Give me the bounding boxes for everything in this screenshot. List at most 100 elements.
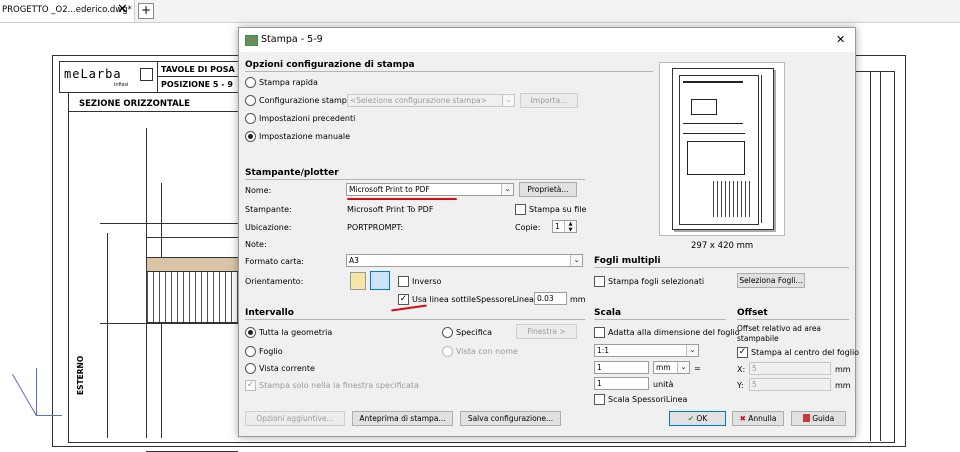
select-sheets-button[interactable]: Seleziona Fogli...: [737, 273, 805, 288]
location-label: Ubicazione:: [245, 223, 292, 232]
print-preview-button[interactable]: Anteprima di stampa...: [352, 411, 453, 426]
dialog-title: Stampa - 5-9: [261, 34, 323, 45]
only-window-checkbox[interactable]: ✓: [245, 380, 256, 391]
chevron-down-icon: ⌄: [501, 184, 513, 195]
scale-line-thickness-checkbox[interactable]: [594, 394, 605, 405]
printer-icon: [245, 35, 258, 46]
print-config-dropdown[interactable]: <Selezione configurazione stampa> ⌄: [347, 94, 515, 107]
cancel-x-icon: ✖: [739, 414, 746, 423]
print-to-file-checkbox[interactable]: [515, 204, 526, 215]
offset-description-line2: stampabile: [737, 334, 779, 343]
notes-label: Note:: [245, 240, 267, 249]
offset-x-unit: mm: [835, 365, 851, 374]
landscape-orientation-icon[interactable]: [370, 271, 390, 290]
close-icon[interactable]: ✕: [836, 33, 845, 46]
import-button[interactable]: Importa...: [520, 93, 578, 108]
print-config-label: Configurazione stampa:: [259, 96, 355, 105]
ok-button[interactable]: ✔ OK: [669, 411, 726, 426]
scale-units-input[interactable]: 1: [594, 377, 649, 390]
more-options-button[interactable]: Opzioni aggiuntive...: [245, 411, 345, 426]
paper-size-preview-text: 297 x 420 mm: [691, 241, 754, 251]
paper-size-dropdown[interactable]: A3 ⌄: [346, 254, 583, 267]
portrait-orientation-icon[interactable]: [350, 272, 366, 290]
chevron-down-icon: ⌄: [502, 95, 514, 106]
manual-settings-label: Impostazione manuale: [259, 132, 351, 141]
printer-name-label: Nome:: [245, 186, 272, 195]
range-heading: Intervallo: [245, 308, 294, 318]
scale-value-input[interactable]: 1: [594, 361, 649, 374]
check-icon: ✔: [687, 414, 695, 423]
window-button[interactable]: Finestra >: [516, 324, 577, 339]
fit-to-paper-checkbox[interactable]: [594, 327, 605, 338]
stepper-arrows-icon[interactable]: ▲ ▼: [564, 221, 576, 232]
offset-x-input[interactable]: 5: [749, 362, 831, 375]
scale-line-thickness-label: Scala SpessoriLinea: [608, 395, 688, 404]
close-icon[interactable]: ✕: [117, 2, 128, 17]
named-view-label: Vista con nome: [456, 347, 518, 356]
line-thickness-unit: mm: [570, 295, 586, 304]
manual-settings-radio[interactable]: [245, 131, 256, 142]
thin-line-label: Usa linea sottile: [412, 295, 477, 304]
scale-ratio-dropdown[interactable]: 1:1 ⌄: [594, 344, 699, 357]
drawing-position: POSIZIONE 5 - 9: [161, 80, 233, 89]
multi-sheet-heading: Fogli multipli: [594, 256, 661, 266]
document-tab[interactable]: PROGETTO _O2...ederico.dwg* ✕: [0, 0, 135, 22]
scale-heading: Scala: [594, 308, 622, 318]
exterior-label: ESTERNO: [76, 355, 85, 395]
inverse-checkbox[interactable]: [398, 276, 409, 287]
center-on-paper-label: Stampa al centro del foglio: [751, 348, 860, 357]
inverse-label: Inverso: [412, 277, 442, 286]
line-thickness-label: SpessoreLinea:: [476, 295, 537, 304]
print-preview: [659, 62, 785, 236]
offset-y-label: Y:: [737, 381, 744, 390]
scale-equals: =: [694, 364, 701, 373]
named-view-radio[interactable]: [442, 346, 453, 357]
print-selected-sheets-checkbox[interactable]: [594, 276, 605, 287]
sheet-radio[interactable]: [245, 346, 256, 357]
sheet-label: Foglio: [259, 347, 283, 356]
offset-heading: Offset: [737, 308, 768, 318]
scale-unit-dropdown[interactable]: mm ⌄: [653, 361, 690, 374]
drawing-title: TAVOLE DI POSA: [161, 65, 235, 74]
only-window-label: Stampa solo nella la finestra specificat…: [259, 381, 419, 390]
section-label: SEZIONE ORIZZONTALE: [79, 99, 190, 109]
center-on-paper-checkbox[interactable]: ✓: [737, 347, 748, 358]
print-to-file-label: Stampa su file: [529, 205, 587, 214]
chevron-down-icon: ⌄: [686, 345, 698, 356]
copies-stepper[interactable]: 1 ▲ ▼: [552, 220, 577, 233]
all-geometry-label: Tutta la geometria: [259, 328, 333, 337]
paper-size-label: Formato carta:: [245, 257, 304, 266]
printer-label: Stampante:: [245, 205, 292, 214]
chevron-down-icon: ⌄: [677, 362, 689, 373]
red-underline-annotation: [391, 304, 427, 312]
current-view-label: Vista corrente: [259, 364, 315, 373]
line-thickness-input[interactable]: 0.03: [534, 292, 567, 305]
options-heading: Opzioni configurazione di stampa: [245, 60, 415, 70]
current-view-radio[interactable]: [245, 363, 256, 374]
print-dialog: Stampa - 5-9 ✕ Opzioni configurazione di…: [238, 27, 860, 437]
thin-line-checkbox[interactable]: ✓: [398, 294, 409, 305]
new-tab-button[interactable]: +: [138, 3, 154, 19]
location-value: PORTPROMPT:: [347, 223, 404, 232]
properties-button[interactable]: Proprietà...: [519, 182, 577, 197]
title-block: meLarba infissi TAVOLE DI POSA POSIZIONE…: [59, 61, 251, 93]
all-geometry-radio[interactable]: [245, 327, 256, 338]
previous-settings-radio[interactable]: [245, 113, 256, 124]
document-tab-bar: PROGETTO _O2...ederico.dwg* ✕ +: [0, 0, 960, 23]
cancel-button[interactable]: ✖ Annulla: [732, 411, 784, 426]
help-book-icon: [802, 414, 810, 422]
printer-name-dropdown[interactable]: Microsoft Print to PDF ⌄: [346, 183, 514, 196]
orientation-label: Orientamento:: [245, 277, 304, 286]
quick-print-radio[interactable]: [245, 77, 256, 88]
print-selected-sheets-label: Stampa fogli selezionati: [608, 277, 705, 286]
offset-description-line1: Offset relativo ad area: [737, 324, 822, 333]
offset-y-input[interactable]: 5: [749, 378, 831, 391]
save-config-button[interactable]: Salva configurazione...: [460, 411, 561, 426]
copies-label: Copie:: [515, 223, 541, 232]
specific-radio[interactable]: [442, 327, 453, 338]
printer-heading: Stampante/plotter: [245, 168, 339, 178]
print-config-radio[interactable]: [245, 95, 256, 106]
help-button[interactable]: Guida: [791, 411, 846, 426]
company-logo: meLarba: [64, 67, 122, 81]
ucs-icon: [12, 368, 62, 418]
